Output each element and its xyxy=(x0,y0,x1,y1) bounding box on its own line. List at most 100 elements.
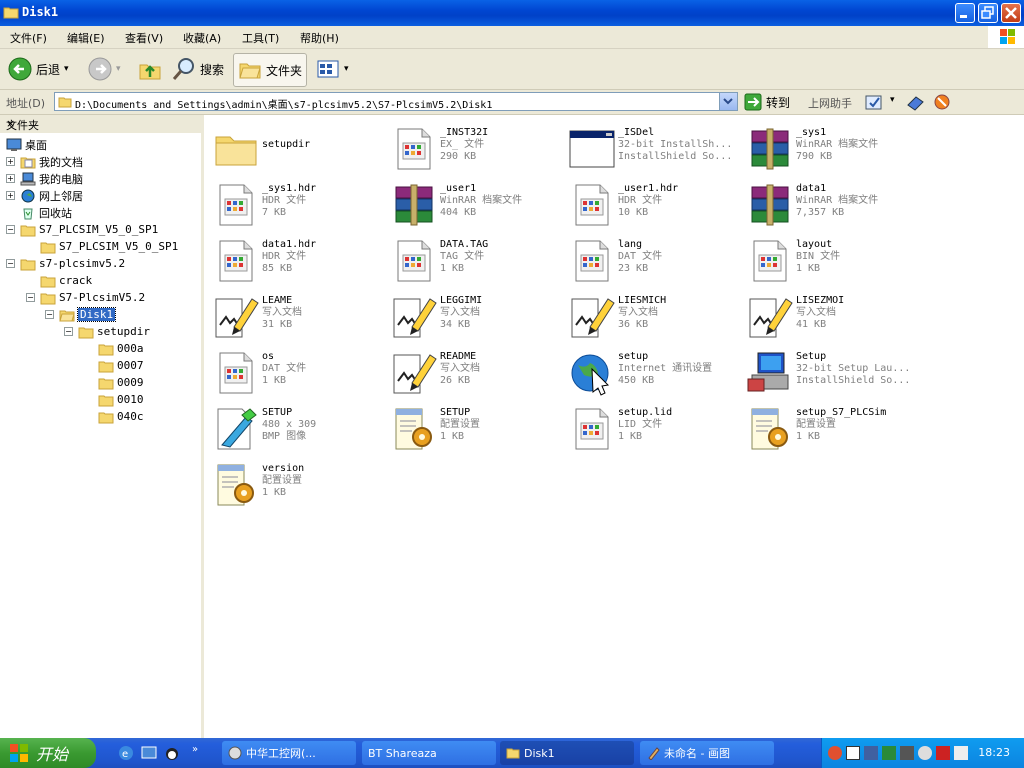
file-item[interactable]: setup.lid LID 文件 1 KB xyxy=(564,399,742,453)
tree-item-040c[interactable]: 040c xyxy=(98,408,144,425)
tree-item-s7-plcsimv52[interactable]: − s7-plcsimv5.2 xyxy=(6,255,125,272)
file-item[interactable]: lang DAT 文件 23 KB xyxy=(564,231,742,285)
minimize-button[interactable] xyxy=(955,3,975,23)
views-button[interactable]: ▾ xyxy=(316,53,349,85)
file-item[interactable]: setup_S7_PLCSim 配置设置 1 KB xyxy=(742,399,920,453)
file-item[interactable]: LEAME 写入文档 31 KB xyxy=(208,287,386,341)
tree-item-my-documents[interactable]: + 我的文档 xyxy=(6,153,83,170)
tree-item-s7-plcsim-v52[interactable]: − S7-PlcsimV5.2 xyxy=(26,289,145,306)
file-item[interactable]: README 写入文档 26 KB xyxy=(386,343,564,397)
menu-file[interactable]: 文件(F) xyxy=(10,30,47,46)
tree-item-s7-plcsim-sp1-child[interactable]: S7_PLCSIM_V5_0_SP1 xyxy=(40,238,178,255)
file-item[interactable]: DATA.TAG TAG 文件 1 KB xyxy=(386,231,564,285)
tree-item-recycle-bin[interactable]: 回收站 xyxy=(20,204,72,221)
qq-penguin-icon[interactable] xyxy=(164,745,180,761)
expand-icon[interactable]: + xyxy=(6,174,15,183)
file-item[interactable]: _sys1 WinRAR 档案文件 790 KB xyxy=(742,119,920,173)
tree-item-desktop[interactable]: 桌面 xyxy=(6,136,47,153)
file-item[interactable]: SETUP 配置设置 1 KB xyxy=(386,399,564,453)
tray-icon-4[interactable] xyxy=(882,746,896,760)
volume-icon[interactable] xyxy=(918,746,932,760)
close-pane-icon[interactable]: × xyxy=(6,117,193,130)
file-name: LEGGIMI xyxy=(440,295,483,306)
views-icon xyxy=(317,60,339,78)
task-zhonghua[interactable]: 中华工控网(... xyxy=(222,741,356,765)
config-gear-icon xyxy=(212,461,260,509)
file-item[interactable]: LISEZMOI 写入文档 41 KB xyxy=(742,287,920,341)
collapse-icon[interactable]: − xyxy=(26,293,35,302)
collapse-icon[interactable]: − xyxy=(6,225,15,234)
shield-icon[interactable] xyxy=(846,746,860,760)
task-disk1[interactable]: Disk1 xyxy=(500,741,634,765)
helper-tool-icon[interactable] xyxy=(864,93,884,111)
tree-item-0010[interactable]: 0010 xyxy=(98,391,144,408)
internet-helper-label[interactable]: 上网助手 xyxy=(808,95,852,111)
go-button[interactable]: 转到 xyxy=(744,93,790,111)
tree-item-0007[interactable]: 0007 xyxy=(98,357,144,374)
file-item[interactable]: Setup 32-bit Setup Lau... InstallShield So… xyxy=(742,343,920,397)
up-folder-button[interactable] xyxy=(138,53,162,85)
tray-icon-1[interactable] xyxy=(828,746,842,760)
forward-dropdown-icon[interactable]: ▾ xyxy=(116,64,121,74)
menu-help[interactable]: 帮助(H) xyxy=(300,30,339,46)
restore-button[interactable] xyxy=(978,3,998,23)
ie-icon[interactable]: e xyxy=(118,745,134,761)
forward-button[interactable]: ▾ xyxy=(88,53,121,85)
file-item[interactable]: version 配置设置 1 KB xyxy=(208,455,386,509)
file-item[interactable]: _user1.hdr HDR 文件 10 KB xyxy=(564,175,742,229)
file-item[interactable]: setupdir xyxy=(208,119,386,173)
file-item[interactable]: setup Internet 通讯设置 450 KB xyxy=(564,343,742,397)
tray-icon-5[interactable] xyxy=(900,746,914,760)
tree-item-0009[interactable]: 0009 xyxy=(98,374,144,391)
file-item[interactable]: data1 WinRAR 档案文件 7,357 KB xyxy=(742,175,920,229)
task-shareaza[interactable]: BT Shareaza xyxy=(362,741,496,765)
file-item[interactable]: _sys1.hdr HDR 文件 7 KB xyxy=(208,175,386,229)
file-item[interactable]: SETUP 480 x 309 BMP 图像 xyxy=(208,399,386,453)
file-item[interactable]: _INST32I EX_ 文件 290 KB xyxy=(386,119,564,173)
views-dropdown-icon[interactable]: ▾ xyxy=(344,64,349,74)
expand-icon[interactable]: + xyxy=(6,191,15,200)
close-button[interactable] xyxy=(1001,3,1021,23)
file-item[interactable]: LIESMICH 写入文档 36 KB xyxy=(564,287,742,341)
address-input[interactable]: D:\Documents and Settings\admin\桌面\s7-pl… xyxy=(54,92,738,111)
file-item[interactable]: layout BIN 文件 1 KB xyxy=(742,231,920,285)
start-button[interactable]: 开始 xyxy=(0,738,96,768)
tree-item-000a[interactable]: 000a xyxy=(98,340,144,357)
clock[interactable]: 18:23 xyxy=(978,746,1010,759)
folders-button[interactable]: 文件夹 xyxy=(233,53,308,87)
network-icon[interactable] xyxy=(864,746,878,760)
search-button[interactable]: 搜索 xyxy=(172,53,224,85)
eraser-icon[interactable] xyxy=(905,93,925,111)
collapse-icon[interactable]: − xyxy=(64,327,73,336)
ati-icon[interactable] xyxy=(936,746,950,760)
desktop-shortcut-icon[interactable] xyxy=(141,745,157,761)
menu-edit[interactable]: 编辑(E) xyxy=(67,30,105,46)
file-item[interactable]: os DAT 文件 1 KB xyxy=(208,343,386,397)
folder-icon xyxy=(40,242,56,253)
tray-icon-8[interactable] xyxy=(954,746,968,760)
collapse-icon[interactable]: − xyxy=(6,259,15,268)
chevron-right-icon[interactable]: » xyxy=(192,744,198,755)
file-item[interactable]: data1.hdr HDR 文件 85 KB xyxy=(208,231,386,285)
helper-dropdown-icon[interactable]: ▾ xyxy=(890,95,895,105)
menu-favorites[interactable]: 收藏(A) xyxy=(183,30,221,46)
address-dropdown-button[interactable] xyxy=(719,93,737,110)
back-button[interactable]: 后退 ▾ xyxy=(8,53,69,85)
tree-item-crack[interactable]: crack xyxy=(40,272,92,289)
expand-icon[interactable]: + xyxy=(6,157,15,166)
tree-item-network-places[interactable]: + 网上邻居 xyxy=(6,187,83,204)
block-popup-icon[interactable] xyxy=(933,93,953,111)
menu-tools[interactable]: 工具(T) xyxy=(242,30,279,46)
tree-item-setupdir[interactable]: − setupdir xyxy=(64,323,150,340)
tree-item-my-computer[interactable]: + 我的电脑 xyxy=(6,170,83,187)
tree-item-disk1[interactable]: − Disk1 xyxy=(45,306,117,323)
back-dropdown-icon[interactable]: ▾ xyxy=(64,64,69,74)
tree-item-s7-plcsim-sp1[interactable]: − S7_PLCSIM_V5_0_SP1 xyxy=(6,221,158,238)
collapse-icon[interactable]: − xyxy=(45,310,54,319)
menu-view[interactable]: 查看(V) xyxy=(125,30,163,46)
file-item[interactable]: _ISDel 32-bit InstallSh... InstallShield S… xyxy=(564,119,742,173)
file-item[interactable]: LEGGIMI 写入文档 34 KB xyxy=(386,287,564,341)
file-item[interactable]: _user1 WinRAR 档案文件 404 KB xyxy=(386,175,564,229)
task-paint[interactable]: 未命名 - 画图 xyxy=(640,741,774,765)
windows-flag-icon xyxy=(10,744,28,762)
